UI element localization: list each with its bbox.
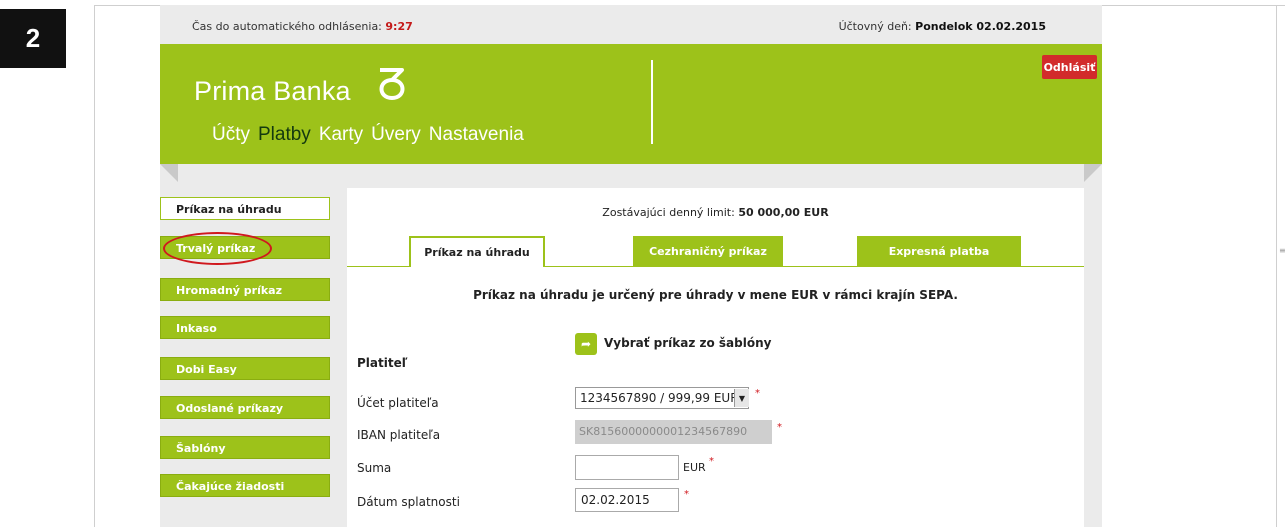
bank-logo-mark-icon (379, 68, 405, 100)
iban-label: IBAN platiteľa (357, 428, 441, 442)
daily-limit-value: 50 000,00 EUR (738, 206, 829, 219)
account-select[interactable]: 1234567890 / 999,99 EUR (575, 387, 749, 409)
daily-limit-label: Zostávajúci denný limit: (602, 206, 735, 219)
nav-cards[interactable]: Karty (319, 124, 363, 146)
tab-payment-order[interactable]: Príkaz na úhradu (409, 236, 545, 267)
bank-logo[interactable]: Prima Banka (194, 76, 351, 107)
daily-limit: Zostávajúci denný limit: 50 000,00 EUR (347, 206, 1084, 219)
sidebar-item-bulk-order[interactable]: Hromadný príkaz (160, 278, 330, 301)
logout-timer-label: Čas do automatického odhlásenia: (192, 20, 382, 33)
template-link[interactable]: Vybrať príkaz zo šablóny (604, 336, 771, 350)
chevron-down-icon[interactable]: ▼ (734, 389, 749, 407)
accounting-day-label: Účtovný deň: (838, 20, 912, 33)
scrollbar-grip-icon[interactable]: ≡ (1279, 246, 1285, 256)
window-frame-left (94, 5, 95, 527)
window-frame-right (1276, 5, 1277, 527)
required-marker: * (684, 489, 689, 500)
due-date-input[interactable]: 02.02.2015 (575, 488, 679, 512)
accounting-day: Účtovný deň: Pondelok 02.02.2015 (839, 20, 1046, 33)
accounting-day-value: Pondelok 02.02.2015 (915, 20, 1046, 33)
amount-label: Suma (357, 461, 392, 475)
nav-loans[interactable]: Úvery (371, 124, 421, 146)
banner-fold-right (1084, 164, 1102, 182)
sidebar-item-sent-orders[interactable]: Odoslané príkazy (160, 396, 330, 419)
logout-button[interactable]: Odhlásiť (1042, 55, 1097, 79)
sidebar-item-dobi-easy[interactable]: Dobi Easy (160, 357, 330, 380)
required-marker: * (709, 456, 714, 467)
tab-express-payment[interactable]: Expresná platba (857, 236, 1021, 266)
payer-heading: Platiteľ (357, 356, 408, 370)
required-marker: * (777, 422, 782, 433)
step-badge: 2 (0, 9, 66, 68)
logout-timer: Čas do automatického odhlásenia: 9:27 (192, 20, 413, 33)
banner-fold-left (160, 164, 178, 182)
template-arrow-icon[interactable]: ➦ (575, 333, 597, 355)
top-info-bar: Čas do automatického odhlásenia: 9:27 Úč… (192, 20, 1052, 36)
account-label: Účet platiteľa (357, 396, 439, 410)
nav-payments[interactable]: Platby (258, 124, 311, 146)
sidebar-item-pending-requests[interactable]: Čakajúce žiadosti (160, 474, 330, 497)
required-marker: * (755, 388, 760, 399)
sidebar-item-templates[interactable]: Šablóny (160, 436, 330, 459)
due-date-label: Dátum splatnosti (357, 495, 460, 509)
iban-field: SK8156000000001234567890 (575, 420, 772, 444)
sidebar-item-direct-debit[interactable]: Inkaso (160, 316, 330, 339)
sepa-notice: Príkaz na úhradu je určený pre úhrady v … (473, 288, 958, 302)
amount-input[interactable] (575, 455, 679, 480)
header-divider (651, 60, 653, 144)
sidebar-item-payment-order[interactable]: Príkaz na úhradu (160, 197, 330, 220)
tab-cross-border-order[interactable]: Cezhraničný príkaz (633, 236, 783, 266)
nav-settings[interactable]: Nastavenia (429, 124, 524, 146)
logout-timer-value: 9:27 (385, 20, 413, 33)
main-navigation: Účty Platby Karty Úvery Nastavenia (212, 124, 524, 146)
nav-accounts[interactable]: Účty (212, 124, 250, 146)
amount-unit: EUR (683, 461, 706, 474)
highlight-circle (163, 232, 272, 265)
